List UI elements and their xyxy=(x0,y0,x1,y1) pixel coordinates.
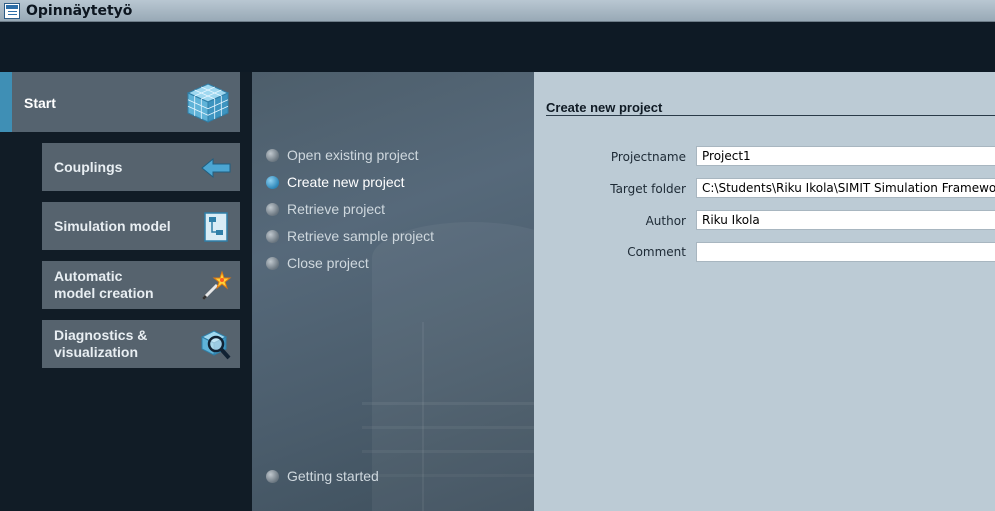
arrow-left-icon xyxy=(201,157,231,179)
bullet-icon xyxy=(266,256,279,270)
diagnostics-visualization-label: Diagnostics & visualization xyxy=(54,327,148,360)
title-bar: Opinnäytetyö xyxy=(0,0,995,22)
bullet-icon xyxy=(266,229,279,243)
simulation-model-button[interactable]: Simulation model xyxy=(42,202,240,250)
portal-navigation: Start Couplings Simulation model Automat… xyxy=(0,72,252,511)
background-image-detail xyxy=(422,322,534,511)
menu-item-label: Getting started xyxy=(287,468,379,484)
menu-open-existing-project[interactable]: Open existing project xyxy=(266,145,419,165)
magnifier-cube-icon xyxy=(200,330,231,360)
diagram-icon xyxy=(204,212,228,242)
bullet-icon xyxy=(266,469,279,483)
automatic-model-creation-label: Automatic model creation xyxy=(54,268,154,301)
menu-item-label: Create new project xyxy=(287,174,405,190)
menu-retrieve-sample-project[interactable]: Retrieve sample project xyxy=(266,226,434,246)
menu-item-label: Close project xyxy=(287,255,369,271)
couplings-button[interactable]: Couplings xyxy=(42,143,240,191)
target-folder-input[interactable] xyxy=(696,178,995,198)
menu-close-project[interactable]: Close project xyxy=(266,253,369,273)
menu-retrieve-project[interactable]: Retrieve project xyxy=(266,199,385,219)
author-input[interactable] xyxy=(696,210,995,230)
menu-item-label: Retrieve project xyxy=(287,201,386,217)
comment-label: Comment xyxy=(627,245,686,259)
header-band xyxy=(0,22,995,72)
bullet-icon xyxy=(266,148,279,162)
magic-wand-icon xyxy=(201,270,232,301)
background-image-lines xyxy=(362,402,534,405)
window-title: Opinnäytetyö xyxy=(26,3,133,19)
menu-item-label: Open existing project xyxy=(287,147,419,163)
projectname-label: Projectname xyxy=(610,150,686,164)
diagnostics-visualization-button[interactable]: Diagnostics & visualization xyxy=(42,320,240,368)
couplings-label: Couplings xyxy=(54,158,123,175)
app-icon xyxy=(4,3,20,19)
form-title: Create new project xyxy=(546,100,663,115)
automatic-model-creation-button[interactable]: Automatic model creation xyxy=(42,261,240,309)
menu-item-label: Retrieve sample project xyxy=(287,228,435,244)
active-bullet-icon xyxy=(266,175,279,189)
cube-grid-icon xyxy=(186,83,230,123)
create-project-form: Create new project Projectname Target fo… xyxy=(534,72,995,511)
author-label: Author xyxy=(645,214,686,228)
menu-getting-started[interactable]: Getting started xyxy=(266,466,379,486)
simulation-model-label: Simulation model xyxy=(54,217,171,234)
start-accent-bar xyxy=(0,72,12,132)
bullet-icon xyxy=(266,202,279,216)
start-tab[interactable]: Start xyxy=(0,72,240,132)
divider xyxy=(546,115,995,116)
target-folder-label: Target folder xyxy=(610,182,686,196)
comment-input[interactable] xyxy=(696,242,995,262)
projectname-input[interactable] xyxy=(696,146,995,166)
project-menu-panel: Open existing project Create new project… xyxy=(252,72,534,511)
start-label: Start xyxy=(24,95,56,111)
menu-create-new-project[interactable]: Create new project xyxy=(266,172,405,192)
